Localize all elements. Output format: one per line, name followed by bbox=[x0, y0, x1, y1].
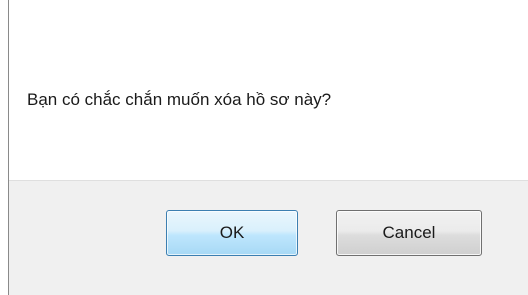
cancel-button-label: Cancel bbox=[382, 223, 436, 242]
cancel-button[interactable]: Cancel bbox=[336, 210, 482, 256]
ok-button-label: OK bbox=[219, 223, 245, 242]
confirm-delete-dialog: Bạn có chắc chắn muốn xóa hồ sơ này? OK … bbox=[0, 0, 528, 295]
ok-button[interactable]: OK bbox=[166, 210, 298, 256]
confirm-message: Bạn có chắc chắn muốn xóa hồ sơ này? bbox=[27, 90, 332, 109]
